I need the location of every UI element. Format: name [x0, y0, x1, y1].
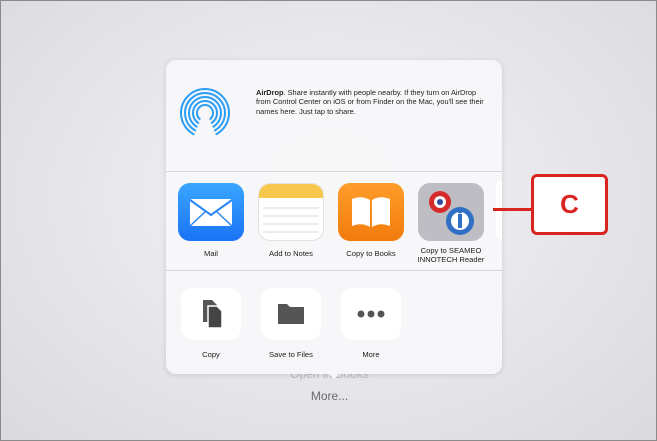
copy-action-button[interactable]: Copy	[171, 288, 251, 359]
mail-app-button[interactable]: Mail	[171, 183, 251, 258]
airdrop-description: AirDrop. Share instantly with people nea…	[256, 88, 491, 116]
app-label: Add to Notes	[269, 249, 313, 258]
copy-to-seameo-innotech-reader-button[interactable]: Copy to SEAMEO INNOTECH Reader	[411, 183, 491, 264]
copy-icon	[181, 288, 241, 340]
more-link[interactable]: More...	[1, 389, 656, 403]
notes-icon	[258, 183, 324, 241]
app-label: Copy to SEAMEO INNOTECH Reader	[417, 246, 485, 264]
mail-icon	[178, 183, 244, 241]
folder-icon	[261, 288, 321, 340]
action-label: Save to Files	[269, 350, 313, 359]
more-action-button[interactable]: More	[331, 288, 411, 359]
divider	[166, 270, 502, 271]
action-label: More	[362, 350, 380, 359]
copy-to-books-button[interactable]: Copy to Books	[331, 183, 411, 258]
sheet-pointer	[326, 371, 342, 379]
airdrop-body: . Share instantly with people nearby. If…	[256, 88, 484, 116]
share-sheet: AirDrop. Share instantly with people nea…	[166, 60, 502, 374]
app-label: Mail	[204, 249, 218, 258]
more-dots-icon	[341, 288, 401, 340]
seameo-innotech-icon	[418, 183, 484, 241]
airdrop-section: AirDrop. Share instantly with people nea…	[166, 60, 502, 170]
save-to-files-button[interactable]: Save to Files	[251, 288, 331, 359]
divider	[166, 171, 502, 172]
airdrop-icon	[180, 88, 230, 138]
action-label: Copy	[202, 350, 220, 359]
add-to-notes-button[interactable]: Add to Notes	[251, 183, 331, 258]
airdrop-title: AirDrop	[256, 88, 284, 97]
books-icon	[338, 183, 404, 241]
callout-label: C	[531, 174, 608, 235]
callout-connector	[493, 208, 532, 211]
app-label: Copy to Books	[346, 249, 396, 258]
